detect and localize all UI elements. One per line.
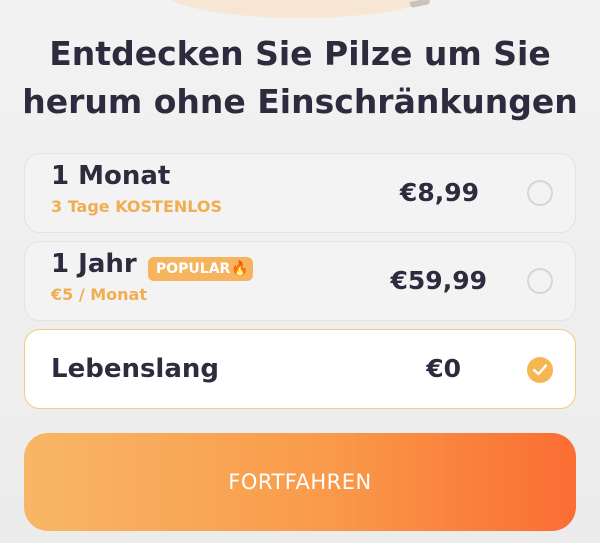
headline-line-1: Entdecken Sie Pilze um Sie bbox=[49, 34, 551, 73]
radio-button[interactable] bbox=[527, 180, 553, 206]
plan-price: €59,99 bbox=[390, 266, 487, 295]
radio-button[interactable] bbox=[527, 268, 553, 294]
badge-label: POPULAR bbox=[156, 261, 231, 277]
plan-name: Lebenslang bbox=[51, 354, 220, 384]
header-illustration bbox=[160, 0, 440, 18]
plan-subtitle: €5 / Monat bbox=[51, 285, 147, 304]
plan-price: €0 bbox=[426, 354, 461, 383]
plan-subtitle: 3 Tage KOSTENLOS bbox=[51, 197, 223, 216]
headline-line-2: herum ohne Einschränkungen bbox=[22, 82, 578, 121]
plan-name: 1 Jahr bbox=[51, 249, 137, 279]
plan-option-lifetime[interactable]: Lebenslang €0 bbox=[24, 329, 576, 409]
popular-badge: POPULAR🔥 bbox=[148, 257, 253, 281]
fire-icon: 🔥 bbox=[231, 261, 249, 277]
plan-option-monthly[interactable]: 1 Monat 3 Tage KOSTENLOS €8,99 bbox=[24, 153, 576, 233]
plan-price: €8,99 bbox=[399, 178, 479, 207]
plan-name: 1 Monat bbox=[51, 161, 171, 191]
plan-option-yearly[interactable]: 1 Jahr POPULAR🔥 €5 / Monat €59,99 bbox=[24, 241, 576, 321]
continue-button[interactable]: FORTFAHREN bbox=[24, 433, 576, 531]
radio-button-checked[interactable] bbox=[527, 357, 553, 383]
header-illustration-detail bbox=[409, 0, 431, 9]
headline: Entdecken Sie Pilze um Sie herum ohne Ei… bbox=[0, 30, 600, 126]
checkmark-icon bbox=[532, 364, 548, 376]
